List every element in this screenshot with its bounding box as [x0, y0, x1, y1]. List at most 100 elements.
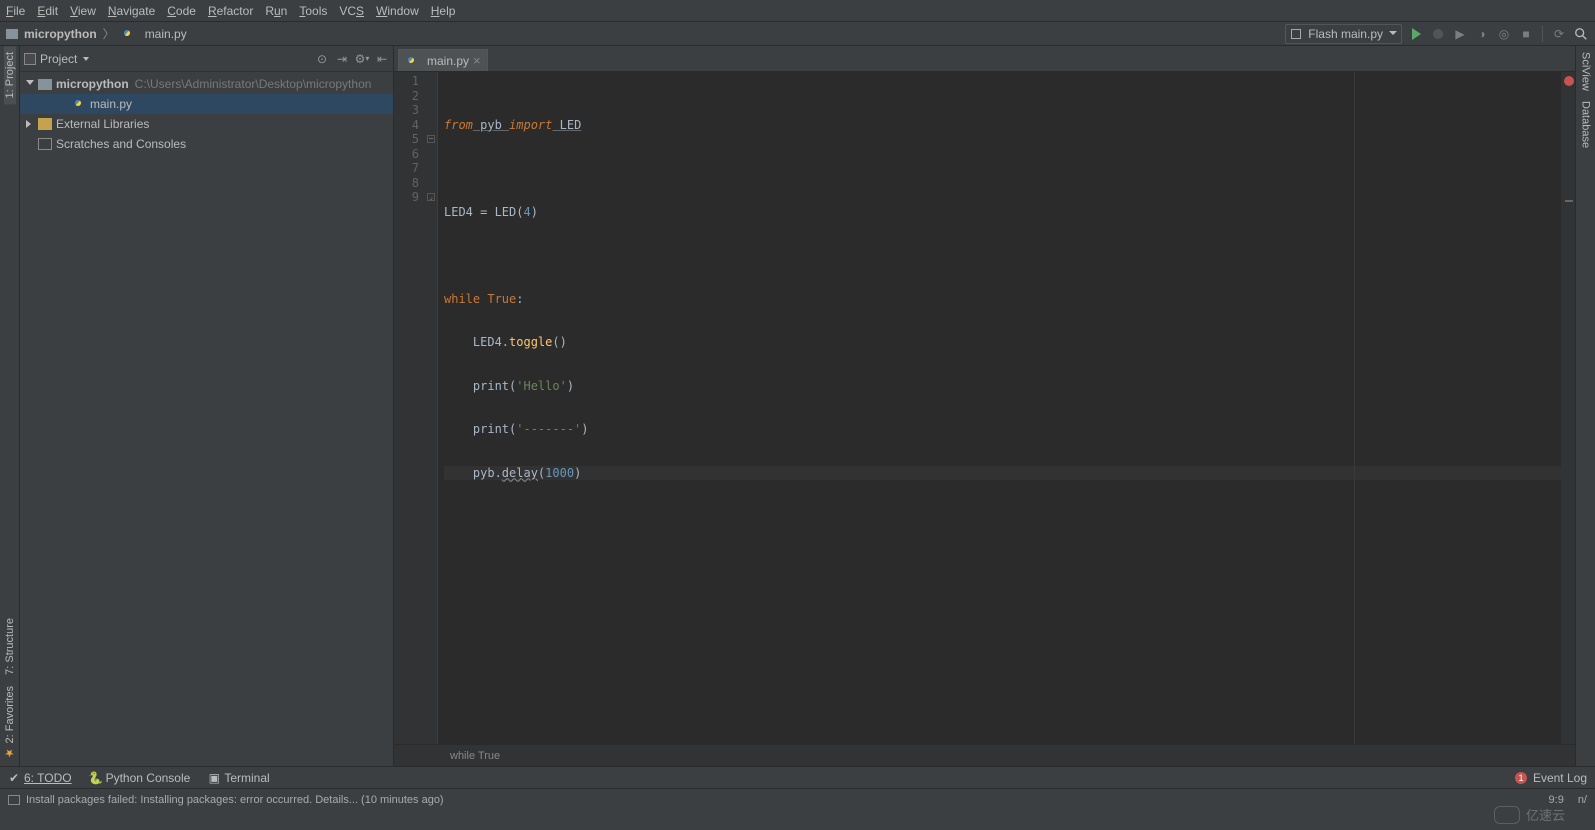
tree-node-scratches[interactable]: Scratches and Consoles	[20, 134, 393, 154]
vcs-update-button[interactable]: ⟳	[1551, 26, 1567, 42]
library-icon	[38, 118, 52, 130]
menu-vcs[interactable]: VCS	[339, 4, 364, 18]
toolwindow-python-console-tab[interactable]: 🐍Python Console	[90, 771, 191, 785]
tree-node-external-libraries[interactable]: External Libraries	[20, 114, 393, 134]
debug-button[interactable]	[1430, 26, 1446, 42]
editor-breadcrumb-bar: while True	[394, 744, 1575, 766]
tree-root-label: micropython	[56, 77, 129, 91]
toolwindows-icon[interactable]	[8, 795, 20, 805]
warning-count-badge[interactable]: 1	[1515, 772, 1527, 784]
profile-button[interactable]: ◑	[1474, 26, 1490, 42]
breadcrumb-sep: 〉	[103, 25, 115, 42]
menu-run[interactable]: Run	[265, 4, 287, 18]
stop-button[interactable]: ■	[1518, 26, 1534, 42]
editor-area: main.py × 1 2 3 4 5− 6 7 8 9⌟ from pyb i…	[394, 46, 1575, 766]
menu-bar: File Edit View Navigate Code Refactor Ru…	[0, 0, 1595, 22]
error-indicator-icon[interactable]	[1564, 76, 1574, 86]
search-button[interactable]	[1573, 26, 1589, 42]
editor[interactable]: 1 2 3 4 5− 6 7 8 9⌟ from pyb import LED …	[394, 72, 1575, 744]
tree-scratch-label: Scratches and Consoles	[56, 137, 186, 151]
tree-node-file[interactable]: main.py	[20, 94, 393, 114]
main-area: 1: Project 7: Structure ★ 2: Favorites P…	[0, 46, 1595, 766]
menu-refactor[interactable]: Refactor	[208, 4, 253, 18]
toolwindow-eventlog-tab[interactable]: Event Log	[1533, 771, 1587, 785]
expand-icon[interactable]	[26, 120, 34, 128]
project-tool-window: Project ⊙ ⇥ ⚙▾ ⇤ micropython C:\Users\Ad…	[20, 46, 394, 766]
python-icon	[405, 54, 419, 68]
toolwindow-project-tab[interactable]: 1: Project	[4, 46, 16, 104]
menu-tools[interactable]: Tools	[299, 4, 327, 18]
concurrency-button[interactable]: ◎	[1496, 26, 1512, 42]
menu-file[interactable]: File	[6, 4, 25, 18]
project-panel-header: Project ⊙ ⇥ ⚙▾ ⇤	[20, 46, 393, 72]
play-icon	[1412, 28, 1421, 40]
breadcrumb-file[interactable]: main.py	[145, 27, 187, 41]
line-number[interactable]: 6	[394, 147, 437, 162]
scratch-icon	[38, 138, 52, 150]
navigation-bar: micropython 〉 main.py Flash main.py ▶ ◑ …	[0, 22, 1595, 46]
line-gutter[interactable]: 1 2 3 4 5− 6 7 8 9⌟	[394, 72, 438, 744]
editor-tab-label: main.py	[427, 54, 469, 68]
star-icon: ★	[4, 747, 16, 760]
chevron-down-icon[interactable]	[83, 57, 89, 61]
toolbar-separator	[1542, 26, 1543, 42]
run-button[interactable]	[1408, 26, 1424, 42]
menu-code[interactable]: Code	[167, 4, 196, 18]
line-number[interactable]: 9⌟	[394, 190, 437, 205]
status-message[interactable]: Install packages failed: Installing pack…	[26, 794, 444, 806]
locate-icon[interactable]: ⊙	[315, 52, 329, 66]
status-mode[interactable]: n/	[1578, 794, 1587, 806]
run-config-selector[interactable]: Flash main.py	[1285, 24, 1402, 44]
line-number[interactable]: 4	[394, 118, 437, 133]
fold-end-icon[interactable]: ⌟	[427, 193, 435, 201]
line-number[interactable]: 5−	[394, 132, 437, 147]
toolwindow-structure-tab[interactable]: 7: Structure	[4, 612, 16, 681]
gear-icon[interactable]: ⚙▾	[355, 52, 369, 66]
cursor-position[interactable]: 9:9	[1549, 794, 1564, 806]
project-view-icon	[24, 53, 36, 65]
menu-window[interactable]: Window	[376, 4, 419, 18]
project-tree[interactable]: micropython C:\Users\Administrator\Deskt…	[20, 72, 393, 154]
tree-node-root[interactable]: micropython C:\Users\Administrator\Deskt…	[20, 74, 393, 94]
line-number[interactable]: 7	[394, 161, 437, 176]
run-coverage-button[interactable]: ▶	[1452, 26, 1468, 42]
line-number[interactable]: 2	[394, 89, 437, 104]
python-icon: 🐍	[90, 772, 102, 784]
left-tool-gutter: 1: Project 7: Structure ★ 2: Favorites	[0, 46, 20, 766]
tree-root-path: C:\Users\Administrator\Desktop\micropyth…	[135, 77, 372, 91]
hide-icon[interactable]: ⇤	[375, 52, 389, 66]
breadcrumb-project[interactable]: micropython	[24, 27, 97, 41]
expand-icon[interactable]	[26, 80, 34, 88]
python-icon	[121, 27, 135, 41]
tree-extlib-label: External Libraries	[56, 117, 149, 131]
menu-navigate[interactable]: Navigate	[108, 4, 155, 18]
bottom-tool-tabs: ✔6: TODO 🐍Python Console ▣Terminal 1 Eve…	[0, 766, 1595, 788]
collapse-icon[interactable]: ⇥	[335, 52, 349, 66]
editor-tab-bar: main.py ×	[394, 46, 1575, 72]
chevron-down-icon	[1389, 31, 1397, 35]
code-area[interactable]: from pyb import LED LED4 = LED(4) while …	[438, 72, 1575, 744]
toolwindow-database-tab[interactable]: Database	[1580, 101, 1592, 148]
toolwindow-sciview-tab[interactable]: SciView	[1580, 52, 1592, 91]
breadcrumb: micropython 〉 main.py	[6, 25, 187, 42]
editor-tab[interactable]: main.py ×	[398, 49, 488, 71]
toolwindow-todo-tab[interactable]: ✔6: TODO	[8, 771, 72, 785]
editor-breadcrumb[interactable]: while True	[450, 750, 500, 762]
project-panel-title[interactable]: Project	[40, 52, 77, 66]
toolwindow-favorites-tab[interactable]: ★ 2: Favorites	[3, 680, 16, 766]
menu-view[interactable]: View	[70, 4, 96, 18]
folder-icon	[6, 29, 18, 39]
toolwindow-terminal-tab[interactable]: ▣Terminal	[208, 771, 269, 785]
fold-icon[interactable]: −	[427, 135, 435, 143]
marker[interactable]	[1565, 200, 1573, 202]
error-stripe[interactable]	[1561, 72, 1575, 744]
run-config-label: Flash main.py	[1308, 27, 1383, 41]
tree-file-label: main.py	[90, 97, 132, 111]
line-number[interactable]: 1	[394, 74, 437, 89]
close-icon[interactable]: ×	[473, 53, 481, 68]
line-number[interactable]: 3	[394, 103, 437, 118]
line-number[interactable]: 8	[394, 176, 437, 191]
menu-help[interactable]: Help	[431, 4, 456, 18]
menu-edit[interactable]: Edit	[37, 4, 58, 18]
status-bar: Install packages failed: Installing pack…	[0, 788, 1595, 810]
